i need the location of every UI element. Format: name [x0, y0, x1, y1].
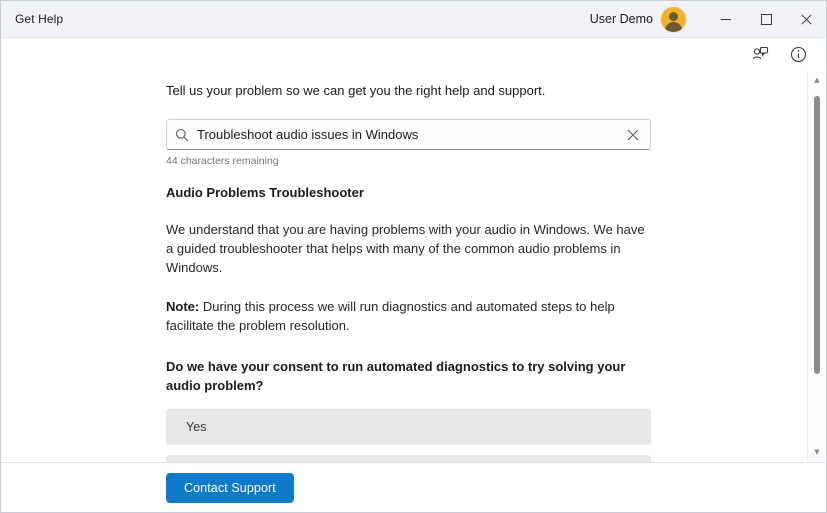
clear-search-button[interactable]: [618, 120, 648, 149]
footer-bar: Contact Support: [1, 462, 826, 512]
article-title: Audio Problems Troubleshooter: [166, 185, 364, 200]
minimize-button[interactable]: [706, 1, 746, 37]
consent-question: Do we have your consent to run automated…: [166, 359, 626, 393]
search-icon: [167, 128, 197, 142]
article-paragraph: We understand that you are having proble…: [166, 222, 645, 275]
content-region: Tell us your problem so we can get you t…: [1, 70, 808, 462]
character-count-label: 44 characters remaining: [166, 155, 279, 167]
contact-support-button[interactable]: Contact Support: [166, 472, 294, 503]
maximize-icon: [760, 13, 772, 25]
info-circle-icon: [790, 46, 806, 62]
user-avatar-icon[interactable]: [661, 6, 686, 32]
option-no-button[interactable]: No: [166, 455, 651, 462]
user-name-label: User Demo: [589, 12, 653, 26]
avatar-head-shape: [669, 11, 678, 21]
close-icon: [627, 129, 639, 140]
window-controls: [706, 1, 826, 37]
app-title: Get Help: [15, 12, 64, 26]
article-note: Note: During this process we will run di…: [166, 297, 651, 335]
minimize-icon: [721, 18, 731, 20]
user-account-button[interactable]: User Demo: [588, 1, 688, 37]
titlebar: Get Help User Demo: [1, 1, 826, 38]
feedback-icon: [752, 46, 768, 59]
content-scroll-area: Tell us your problem so we can get you t…: [1, 70, 826, 462]
avatar-body-shape: [665, 21, 682, 32]
close-button[interactable]: [786, 1, 826, 37]
vertical-scrollbar[interactable]: ▲ ▼: [807, 70, 826, 462]
problem-search-box[interactable]: [166, 119, 651, 150]
command-bar: [1, 38, 826, 70]
scrollbar-thumb[interactable]: [814, 96, 820, 374]
scroll-down-arrow-icon[interactable]: ▼: [808, 444, 826, 460]
feedback-button[interactable]: [746, 40, 774, 68]
intro-text: Tell us your problem so we can get you t…: [166, 83, 546, 98]
note-label: Note:: [166, 299, 200, 314]
info-button[interactable]: [784, 40, 812, 68]
consent-options: Yes No: [166, 409, 651, 462]
close-icon: [800, 13, 812, 25]
search-input[interactable]: [197, 120, 618, 149]
get-help-window: Get Help User Demo Tell us your problem …: [0, 0, 827, 513]
scroll-up-arrow-icon[interactable]: ▲: [808, 72, 826, 88]
note-text: During this process we will run diagnost…: [166, 299, 615, 333]
content-column: Tell us your problem so we can get you t…: [166, 82, 651, 462]
option-yes-button[interactable]: Yes: [166, 409, 651, 445]
maximize-button[interactable]: [746, 1, 786, 37]
